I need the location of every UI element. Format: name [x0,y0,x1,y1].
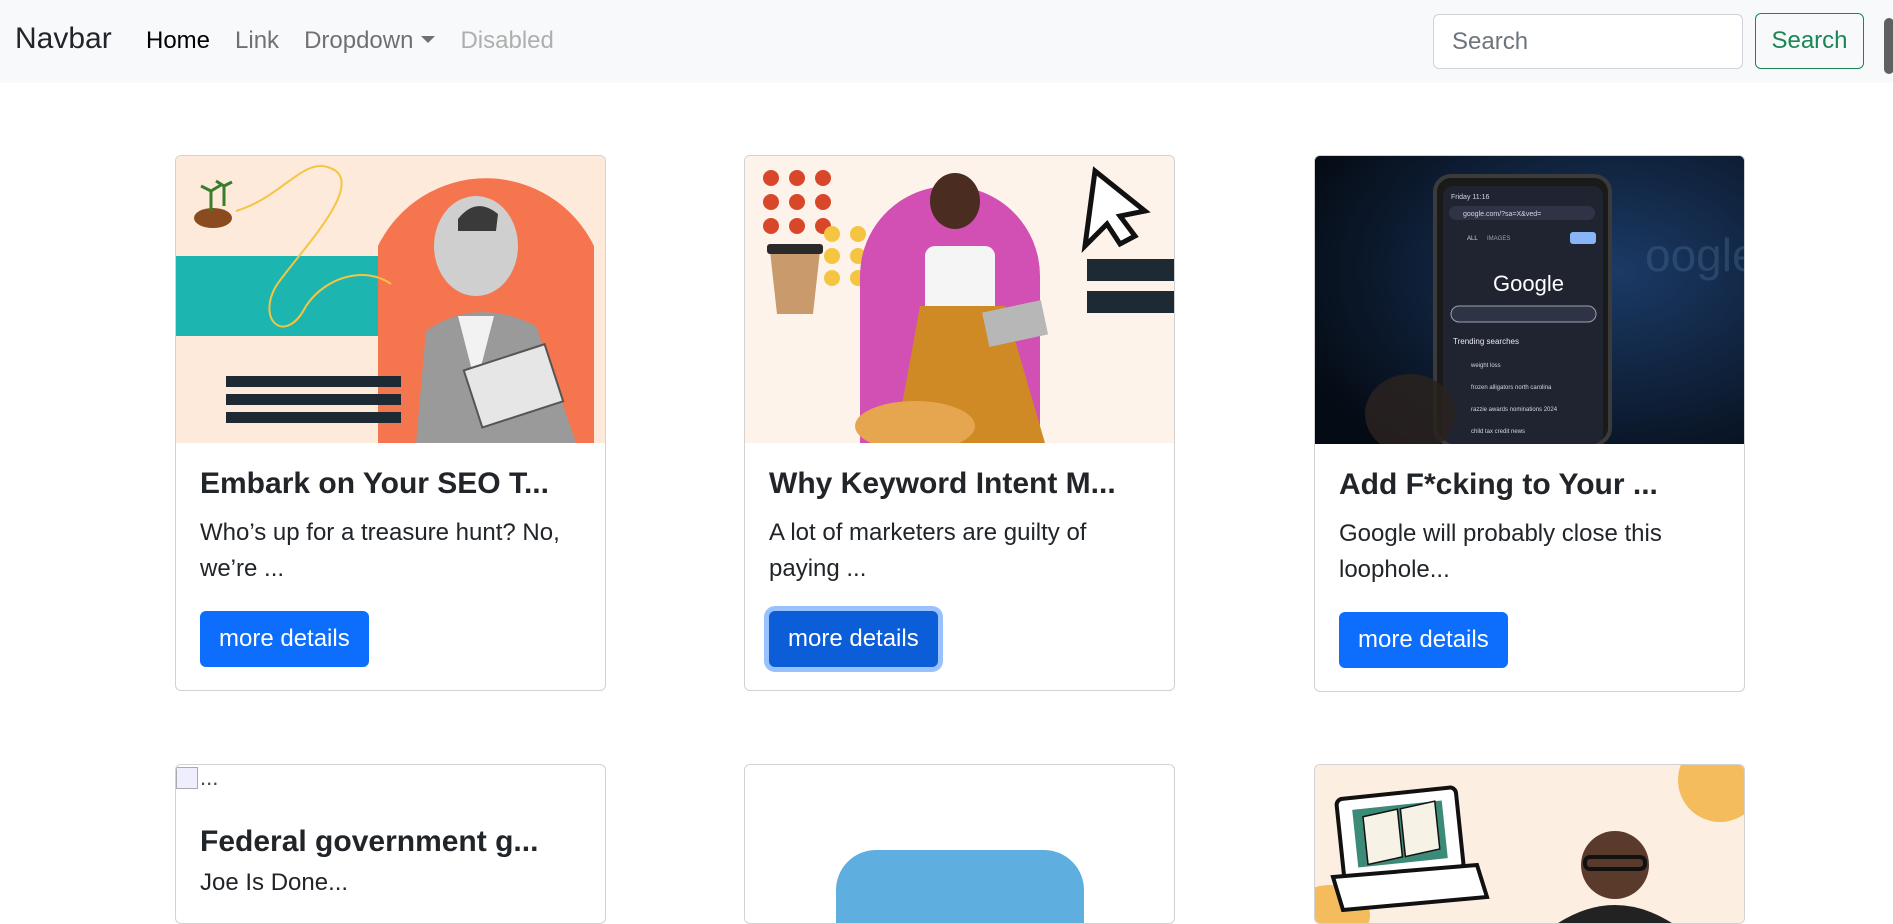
phone-google-logo: Google [1493,271,1564,296]
nav-link-dropdown[interactable]: Dropdown [304,27,436,55]
nav-links: Home Link Dropdown Disabled [146,27,579,55]
broken-image: ... [176,765,218,791]
phone-trending-item: razzie awards nominations 2024 [1471,407,1558,413]
background-google-text: oogle [1645,229,1744,281]
phone-trending-item: weight loss [1470,363,1501,369]
blue-shape-illustration [836,850,1084,923]
broken-image-alt: ... [200,765,219,790]
broken-image-icon [176,767,198,789]
keyword-intent-illustration [745,156,1174,443]
search-input[interactable] [1433,14,1743,69]
navbar-brand[interactable]: Navbar [15,22,112,56]
phone-trending-heading: Trending searches [1453,337,1519,346]
phone-url: google.com/?sa=X&ved= [1463,211,1541,218]
card-title: Embark on Your SEO T... [200,467,549,500]
more-details-button[interactable]: more details [200,611,369,667]
card-body: Why Keyword Intent M... A lot of markete… [745,443,1174,690]
card-image [1315,765,1744,923]
card-body: Federal government g... Joe Is Done... [176,801,605,901]
card-text: A lot of marketers are guilty of paying … [769,519,1087,582]
card-1: Embark on Your SEO T... Who’s up for a t… [175,155,606,691]
card-text: Google will probably close this loophole… [1339,520,1662,583]
laptop-reading-illustration [1315,765,1744,923]
scrollbar-thumb[interactable] [1884,18,1893,74]
card-image [745,765,1174,923]
google-phone-photo: oogle Friday 11:16 google.com/?sa=X&ved=… [1315,156,1744,444]
card-body: Embark on Your SEO T... Who’s up for a t… [176,443,605,690]
phone-trending-item: child tax credit news [1471,429,1525,435]
nav-link-link[interactable]: Link [235,27,279,55]
search-button[interactable]: Search [1755,13,1864,69]
card-6 [1314,764,1745,924]
card-body: Add F*cking to Your ... Google will prob… [1315,444,1744,691]
nav-link-home[interactable]: Home [146,27,210,55]
dropdown-label: Dropdown [304,27,414,54]
card-image [176,156,605,443]
more-details-button[interactable]: more details [1339,612,1508,668]
card-image [745,156,1174,443]
card-text: Joe Is Done... [200,869,349,896]
nav-link-disabled: Disabled [460,27,554,54]
card-3: oogle Friday 11:16 google.com/?sa=X&ved=… [1314,155,1745,692]
phone-status-time: Friday 11:16 [1451,194,1489,201]
card-2: Why Keyword Intent M... A lot of markete… [744,155,1175,691]
card-title: Add F*cking to Your ... [1339,468,1658,501]
seo-treasure-illustration [176,156,605,443]
card-5 [744,764,1175,924]
card-4: ... Federal government g... Joe Is Done.… [175,764,606,924]
caret-down-icon [421,36,436,43]
more-details-button[interactable]: more details [769,611,938,667]
card-title: Federal government g... [200,825,539,858]
card-title: Why Keyword Intent M... [769,467,1116,500]
card-image-broken: ... [176,765,605,801]
phone-tab-images: IMAGES [1487,236,1510,242]
phone-tab-all: ALL [1467,236,1478,242]
phone-trending-item: frozen alligators north carolina [1471,385,1552,391]
card-text: Who’s up for a treasure hunt? No, we’re … [200,519,560,582]
card-image: oogle Friday 11:16 google.com/?sa=X&ved=… [1315,156,1744,444]
navbar: Navbar Home Link Dropdown Disabled Searc… [0,0,1893,83]
